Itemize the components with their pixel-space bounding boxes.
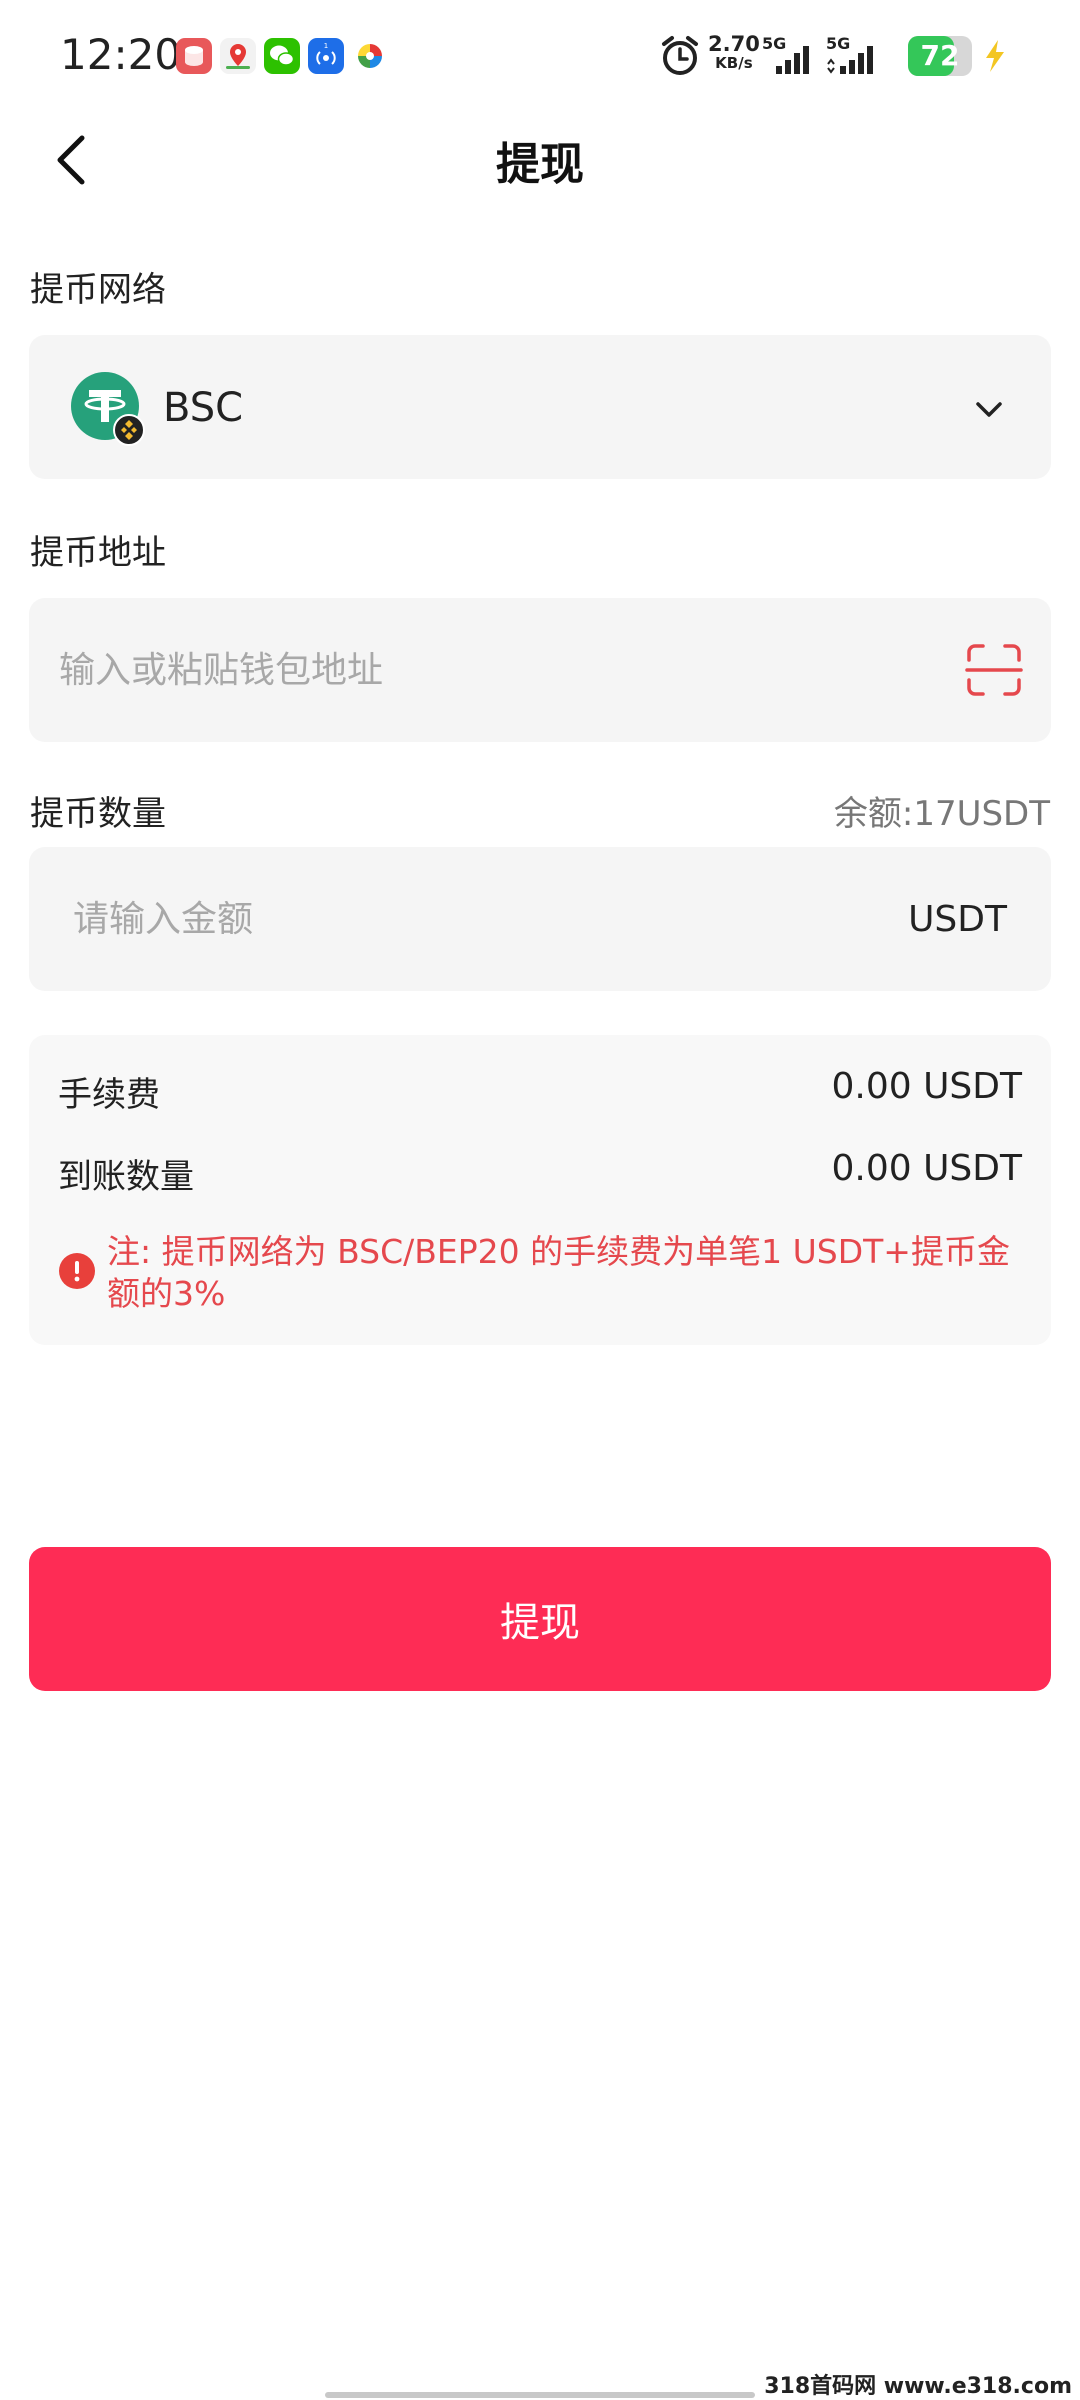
signal-icon (827, 46, 873, 74)
address-input[interactable] (59, 598, 939, 742)
fee-value: 0.00 USDT (831, 1066, 1022, 1107)
net-speed: 2.70 KB/s (708, 32, 760, 73)
balance-text: 余额:17USDT (833, 794, 1050, 834)
network-select[interactable]: BSC (29, 335, 1051, 479)
maps-icon (220, 38, 256, 74)
amount-field: USDT (29, 847, 1051, 991)
app-red-icon (176, 38, 212, 74)
fee-note: 注: 提币网络为 BSC/BEP20 的手续费为单笔1 USDT+提币金额的3% (107, 1232, 1010, 1313)
tether-bnb-icon (71, 372, 145, 446)
net-speed-value: 2.70 (708, 32, 760, 56)
amount-label: 提币数量 (30, 794, 166, 834)
alarm-icon (662, 36, 698, 75)
network-label: 提币网络 (30, 270, 166, 310)
status-bar: 12:20 1 2.70 KB/s 5G 5G 72 (0, 0, 1080, 110)
battery-level: 72 (920, 39, 960, 72)
wechat-icon (264, 38, 300, 74)
status-right-group: 2.70 KB/s 5G 5G 72 (660, 0, 1080, 110)
fee-summary: 手续费 0.00 USDT 到账数量 0.00 USDT 注: 提币网络为 BS… (29, 1035, 1051, 1345)
signal-icon (776, 46, 809, 74)
status-time: 12:20 (60, 30, 182, 79)
chevron-down-icon (976, 402, 1002, 417)
amount-unit: USDT (908, 899, 1007, 940)
address-label: 提币地址 (30, 533, 166, 573)
fee-label: 手续费 (58, 1075, 160, 1115)
cast-icon: 1 (308, 38, 344, 74)
battery-icon: 72 (908, 36, 972, 76)
scan-icon[interactable] (965, 642, 1023, 698)
amount-input[interactable] (73, 847, 893, 991)
receive-value: 0.00 USDT (831, 1148, 1022, 1189)
charging-icon (986, 40, 1004, 72)
withdraw-button[interactable]: 提现 (29, 1547, 1051, 1691)
network-value: BSC (163, 385, 244, 431)
warning-icon (59, 1253, 95, 1289)
watermark: 318首码网 www.e318.com (764, 2374, 1072, 2399)
svg-text:1: 1 (324, 42, 328, 50)
net-speed-unit: KB/s (715, 54, 753, 72)
receive-label: 到账数量 (58, 1157, 194, 1197)
pinwheel-icon (352, 38, 388, 74)
page-title: 提现 (496, 139, 584, 190)
address-field (29, 598, 1051, 742)
home-indicator[interactable] (325, 2392, 755, 2398)
